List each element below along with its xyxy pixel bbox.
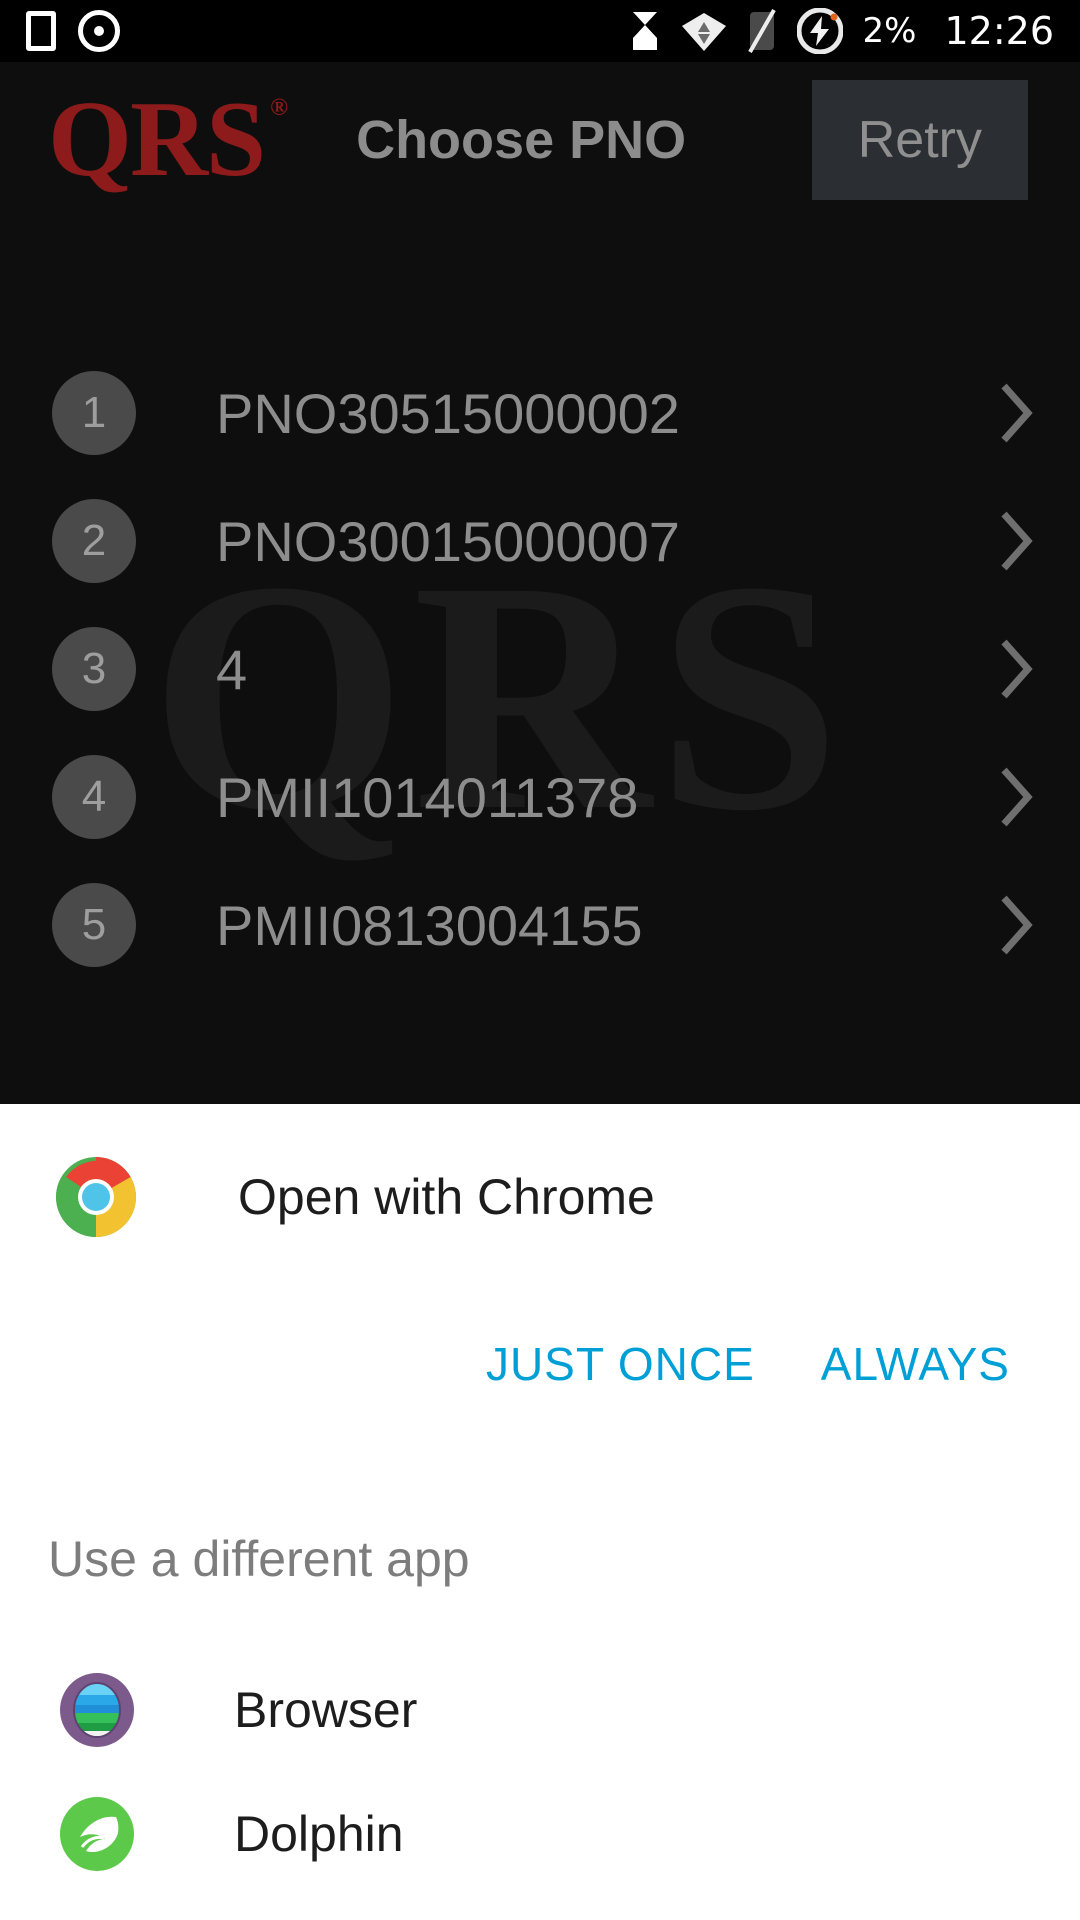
app-background: QRS QRS ® Choose PNO Retry 1 PNO305150000… xyxy=(0,62,1080,1104)
pno-label: PMII1014011378 xyxy=(216,765,639,829)
pno-label: PNO30515000002 xyxy=(216,381,680,445)
just-once-button[interactable]: JUST ONCE xyxy=(486,1337,755,1391)
pno-index-badge: 4 xyxy=(52,755,136,839)
stop-square-icon xyxy=(26,11,56,51)
app-chooser-sheet: Open with Chrome JUST ONCE ALWAYS Use a … xyxy=(0,1104,1080,1920)
hourglass-icon xyxy=(629,10,661,52)
qrs-logo: QRS ® xyxy=(48,85,288,194)
other-app-row-dolphin[interactable]: Dolphin xyxy=(0,1772,1080,1896)
pno-list-item[interactable]: 2 PNO30015000007 xyxy=(0,477,1080,605)
pno-list-item[interactable]: 3 4 xyxy=(0,605,1080,733)
pno-list-item[interactable]: 5 PMII0813004155 xyxy=(0,861,1080,989)
wifi-icon xyxy=(681,10,727,52)
no-sim-icon xyxy=(747,9,777,53)
status-bar-left-icons xyxy=(26,10,120,52)
pno-list-item[interactable]: 1 PNO30515000002 xyxy=(0,349,1080,477)
pno-index-badge: 1 xyxy=(52,371,136,455)
pno-index-badge: 5 xyxy=(52,883,136,967)
chevron-right-icon xyxy=(994,636,1038,702)
chrome-icon xyxy=(54,1155,138,1239)
battery-charging-icon xyxy=(796,8,843,54)
browser-icon xyxy=(58,1671,136,1749)
always-button[interactable]: ALWAYS xyxy=(821,1337,1010,1391)
retry-button[interactable]: Retry xyxy=(811,79,1028,200)
chevron-right-icon xyxy=(994,380,1038,446)
chosen-app-row[interactable]: Open with Chrome xyxy=(0,1104,1080,1290)
other-app-label: Browser xyxy=(234,1682,418,1738)
page-title: Choose PNO xyxy=(356,109,687,170)
pno-label: PMII0813004155 xyxy=(216,893,643,957)
battery-percent-label: 2% xyxy=(862,11,917,51)
chooser-actions: JUST ONCE ALWAYS xyxy=(0,1290,1080,1438)
app-bar: QRS ® Choose PNO Retry xyxy=(0,62,1080,217)
clock-label: 12:26 xyxy=(944,9,1054,53)
chosen-app-label: Open with Chrome xyxy=(238,1169,655,1225)
qrs-logo-text: QRS xyxy=(48,79,266,199)
pno-index-badge: 2 xyxy=(52,499,136,583)
dolphin-icon xyxy=(58,1795,136,1873)
status-bar: 2% 12:26 xyxy=(0,0,1080,62)
pno-list-item[interactable]: 4 PMII1014011378 xyxy=(0,733,1080,861)
use-different-app-title: Use a different app xyxy=(48,1531,470,1587)
registered-trademark-icon: ® xyxy=(270,94,288,121)
pno-label: 4 xyxy=(216,637,248,701)
other-app-label: Dolphin xyxy=(234,1806,404,1862)
record-dot-icon xyxy=(78,10,120,52)
pno-label: PNO30015000007 xyxy=(216,509,680,573)
pno-index-badge: 3 xyxy=(52,627,136,711)
chevron-right-icon xyxy=(994,508,1038,574)
chevron-right-icon xyxy=(994,764,1038,830)
chevron-right-icon xyxy=(994,892,1038,958)
other-apps-list: Browser Dolphin xyxy=(0,1648,1080,1896)
other-app-row-browser[interactable]: Browser xyxy=(0,1648,1080,1772)
pno-list: 1 PNO30515000002 2 PNO30015000007 3 4 4 … xyxy=(0,349,1080,989)
status-bar-right-icons: 2% 12:26 xyxy=(629,8,1054,54)
